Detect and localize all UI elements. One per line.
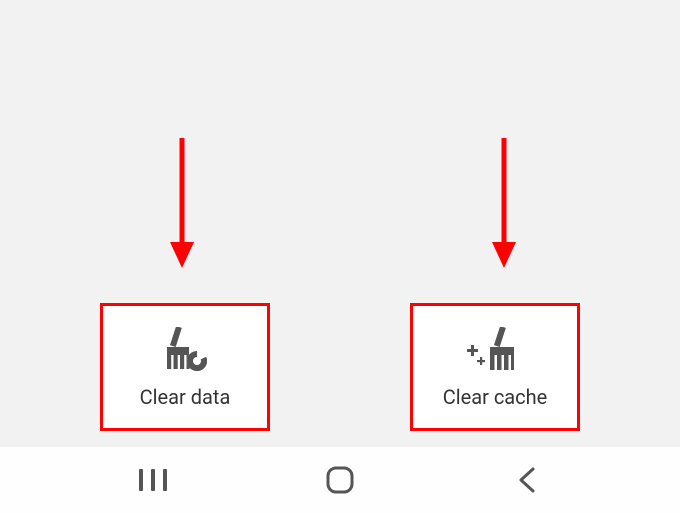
clear-data-icon bbox=[159, 325, 211, 375]
clear-cache-button[interactable]: Clear cache bbox=[410, 303, 580, 431]
nav-home-button[interactable] bbox=[300, 460, 380, 500]
nav-recents-button[interactable] bbox=[113, 460, 193, 500]
clear-data-button[interactable]: Clear data bbox=[100, 303, 270, 431]
annotation-arrow-right bbox=[489, 138, 519, 268]
clear-cache-icon bbox=[467, 325, 523, 375]
system-nav-bar bbox=[0, 447, 680, 513]
nav-back-button[interactable] bbox=[487, 460, 567, 500]
clear-cache-label: Clear cache bbox=[443, 385, 548, 409]
clear-data-label: Clear data bbox=[140, 385, 231, 409]
storage-buttons-row: Clear data bbox=[0, 303, 680, 431]
annotation-arrow-left bbox=[167, 138, 197, 268]
